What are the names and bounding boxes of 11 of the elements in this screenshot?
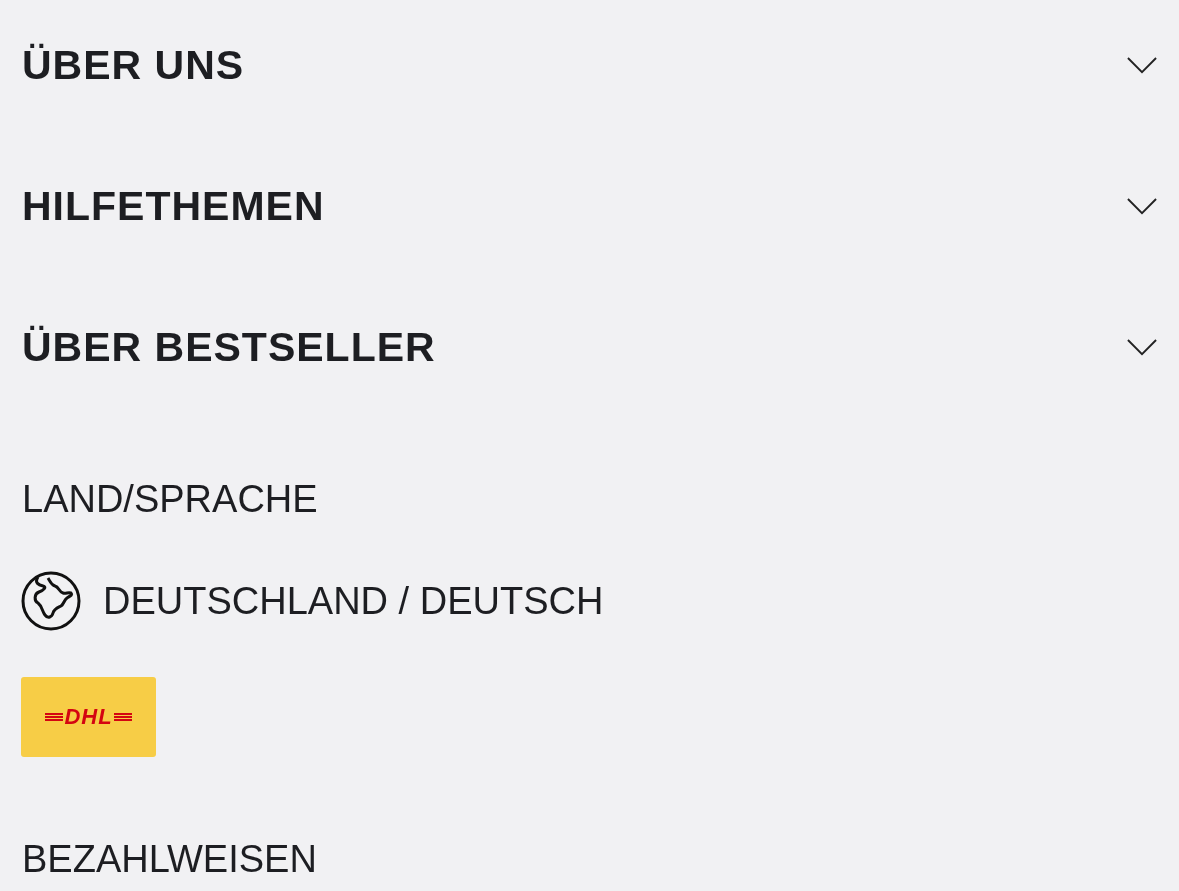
accordion-header[interactable]: HILFETHEMEN (22, 141, 1157, 271)
section-heading: BEZAHLWEISEN (22, 837, 318, 881)
shipping-logo: DHL (21, 677, 156, 757)
accordion-header[interactable]: ÜBER BESTSELLER (22, 282, 1157, 412)
globe-icon (21, 571, 81, 631)
chevron-down-icon (1127, 197, 1157, 215)
accordion-header[interactable]: ÜBER UNS (22, 0, 1157, 130)
section-heading: LAND/SPRACHE (22, 477, 319, 521)
chevron-down-icon (1127, 56, 1157, 74)
country-language-link[interactable]: DEUTSCHLAND / DEUTSCH (103, 579, 604, 623)
chevron-down-icon (1127, 338, 1157, 356)
